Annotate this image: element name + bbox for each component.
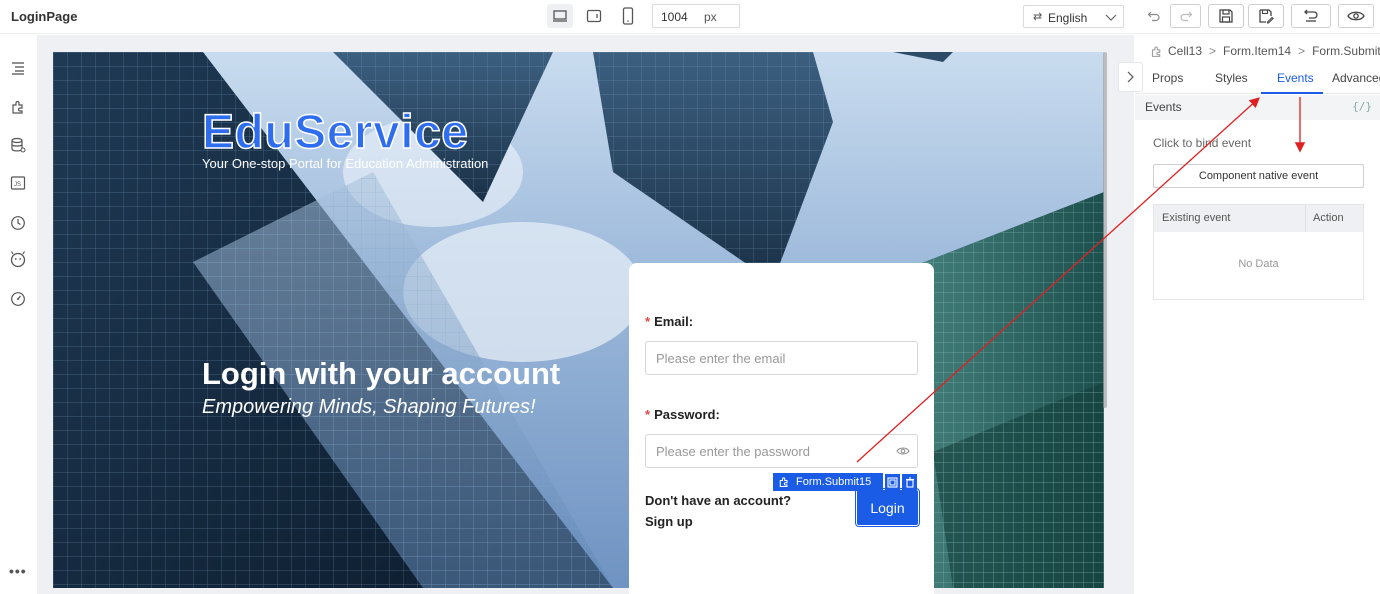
- required-mark: *: [645, 407, 651, 422]
- email-field[interactable]: Please enter the email: [645, 341, 918, 375]
- tablet-view-button[interactable]: [581, 4, 607, 28]
- canvas-width-value: 1004: [661, 10, 688, 24]
- chevron-down-icon: [1105, 11, 1117, 25]
- chevron-right-icon: >: [1209, 44, 1217, 58]
- brand-logo-text: EduService: [201, 105, 469, 160]
- login-form-card: * Email: Please enter the email * Password…: [629, 263, 934, 594]
- collapse-panel-button[interactable]: [1118, 62, 1143, 92]
- delete-icon[interactable]: [902, 474, 917, 490]
- history-icon[interactable]: [1291, 4, 1331, 28]
- breadcrumb-item[interactable]: Form.Item14: [1223, 44, 1291, 58]
- brand-subtitle: Your One-stop Portal for Education Admin…: [202, 156, 489, 171]
- email-placeholder: Please enter the email: [656, 351, 786, 366]
- eye-icon[interactable]: [896, 445, 910, 459]
- code-toggle-icon[interactable]: {/}: [1352, 100, 1372, 113]
- mobile-icon: [622, 7, 634, 25]
- component-native-event-button[interactable]: Component native event: [1153, 164, 1364, 188]
- save-as-icon[interactable]: [1248, 4, 1284, 28]
- hero-tagline: Empowering Minds, Shaping Futures!: [202, 396, 536, 418]
- breadcrumb-item[interactable]: Cell13: [1168, 44, 1202, 58]
- mobile-view-button[interactable]: [615, 4, 641, 28]
- canvas-width-input[interactable]: 1004 px: [652, 4, 740, 28]
- hero-headline: Login with your account: [202, 356, 561, 391]
- top-toolbar: LoginPage 1004 px ⇄ English: [0, 0, 1380, 34]
- events-section-header: Events {/}: [1135, 95, 1380, 120]
- outline-icon[interactable]: [8, 58, 28, 78]
- panel-tabs: Props Styles Events Advanced: [1135, 63, 1380, 94]
- login-button[interactable]: Login: [855, 488, 920, 527]
- events-section-title: Events: [1145, 100, 1182, 114]
- tab-advanced[interactable]: Advanced: [1332, 71, 1380, 85]
- undo-icon[interactable]: [1144, 4, 1164, 28]
- bind-event-hint: Click to bind event: [1153, 136, 1252, 150]
- save-icon[interactable]: [1208, 4, 1244, 28]
- email-label-text: Email:: [654, 314, 694, 329]
- empty-state-text: No Data: [1238, 258, 1279, 270]
- plugin-icon[interactable]: [8, 249, 28, 269]
- active-tab-indicator: [1261, 92, 1323, 94]
- email-label: * Email:: [645, 314, 693, 329]
- datasource-icon[interactable]: [8, 135, 28, 155]
- breadcrumb: Cell13 > Form.Item14 > Form.Submit15: [1150, 44, 1380, 58]
- swap-icon: ⇄: [1033, 11, 1043, 23]
- table-header: Existing event Action: [1154, 205, 1363, 232]
- selected-component-tag[interactable]: Form.Submit15: [773, 473, 883, 491]
- clock-icon[interactable]: [8, 213, 28, 233]
- column-action: Action: [1313, 212, 1344, 224]
- redo-icon[interactable]: [1170, 4, 1201, 28]
- column-action-cell: Action: [1305, 205, 1363, 232]
- tab-events[interactable]: Events: [1277, 71, 1314, 85]
- password-label-text: Password:: [654, 407, 720, 422]
- existing-events-table: Existing event Action No Data: [1153, 204, 1364, 300]
- language-select[interactable]: ⇄ English: [1023, 5, 1124, 28]
- js-icon[interactable]: JS: [8, 173, 28, 193]
- component-icon[interactable]: [8, 97, 28, 117]
- properties-panel: Cell13 > Form.Item14 > Form.Submit15 Pro…: [1135, 35, 1380, 594]
- chevron-right-icon: [1127, 71, 1134, 83]
- component-icon: [778, 476, 790, 488]
- required-mark: *: [645, 314, 651, 329]
- component-icon: [1150, 45, 1163, 58]
- tab-props[interactable]: Props: [1152, 71, 1183, 85]
- chevron-right-icon: >: [1298, 44, 1306, 58]
- page-title: LoginPage: [11, 9, 78, 24]
- tablet-icon: [586, 9, 602, 23]
- svg-text:JS: JS: [14, 182, 21, 188]
- canvas-width-unit: px: [704, 10, 717, 24]
- desktop-view-button[interactable]: [547, 4, 573, 28]
- column-existing-event: Existing event: [1162, 212, 1231, 224]
- left-sidebar: JS •••: [0, 35, 37, 594]
- breadcrumb-item[interactable]: Form.Submit15: [1312, 44, 1380, 58]
- tab-styles[interactable]: Styles: [1215, 71, 1248, 85]
- copy-component-icon[interactable]: [885, 474, 900, 490]
- password-placeholder: Please enter the password: [656, 444, 810, 459]
- language-value: English: [1048, 11, 1088, 25]
- signup-link[interactable]: Sign up: [645, 514, 693, 529]
- canvas-scrollbar[interactable]: [1103, 52, 1107, 408]
- gauge-icon[interactable]: [8, 289, 28, 309]
- more-icon[interactable]: •••: [9, 563, 27, 579]
- password-field[interactable]: Please enter the password: [645, 434, 918, 468]
- preview-icon[interactable]: [1338, 4, 1374, 28]
- desktop-icon: [553, 10, 567, 22]
- password-label: * Password:: [645, 407, 720, 422]
- selected-component-name: Form.Submit15: [796, 476, 872, 488]
- signup-question: Don't have an account?: [645, 493, 792, 508]
